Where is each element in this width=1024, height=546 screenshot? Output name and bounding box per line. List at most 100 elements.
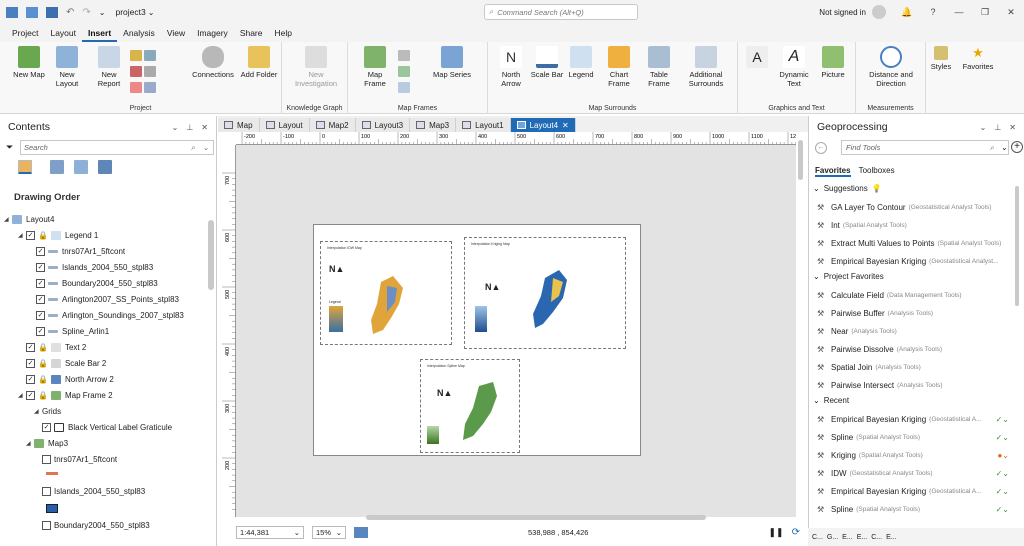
tab-map3[interactable]: Map3 xyxy=(410,118,457,132)
lock-icon[interactable]: 🔒 xyxy=(38,231,48,240)
tab-map2[interactable]: Map2 xyxy=(309,118,356,132)
tree-row[interactable]: Boundary2004_550_stpl83 xyxy=(42,518,150,532)
list-by-selection-icon[interactable] xyxy=(74,160,88,174)
tab-layout4[interactable]: Layout4 ✕ xyxy=(510,118,576,132)
visibility-checkbox[interactable]: ✓ xyxy=(26,230,35,240)
tool-item[interactable]: ⚒ Pairwise Buffer (Analysis Tools) xyxy=(817,306,1013,320)
dock-tab[interactable]: E... xyxy=(842,534,853,541)
tree-row[interactable]: ✓ Arlington_Soundings_2007_stpl83 xyxy=(36,308,184,322)
tab-layout[interactable]: Layout xyxy=(259,118,310,132)
north-arrow-button[interactable]: N North Arrow xyxy=(492,46,530,88)
customize-icon[interactable]: ⌄ xyxy=(99,8,106,17)
chevron-down-icon[interactable]: ⌄ xyxy=(1001,143,1008,152)
visibility-checkbox[interactable]: ✓ xyxy=(36,294,45,304)
favorites-button[interactable]: ★ Favorites xyxy=(958,46,998,72)
map-frame-kriging[interactable]: Interpolation Kriging Map N▲ xyxy=(464,237,626,349)
signin-status[interactable]: Not signed in xyxy=(819,8,866,17)
project-favorites-section[interactable]: ⌄ Project Favorites xyxy=(813,272,884,281)
view-options-icon[interactable] xyxy=(354,526,368,538)
undo-icon[interactable]: ↶ xyxy=(66,7,74,18)
restore-button[interactable]: ❐ xyxy=(972,7,998,18)
visibility-checkbox[interactable]: ✓ xyxy=(36,278,45,288)
tab-project[interactable]: Project xyxy=(6,24,44,42)
visibility-checkbox[interactable] xyxy=(42,520,51,530)
dock-tab[interactable]: G... xyxy=(827,534,838,541)
tree-row[interactable]: ✓ 🔒 Scale Bar 2 xyxy=(26,356,106,370)
find-tools-input[interactable]: Find Tools ⌕ xyxy=(841,140,1009,155)
list-by-source-icon[interactable] xyxy=(50,160,64,174)
dock-tab[interactable]: E... xyxy=(886,534,897,541)
redo-icon[interactable]: ↷ xyxy=(82,7,90,18)
scale-selector[interactable]: 1:44,381 ⌄ xyxy=(236,525,304,539)
styles-button[interactable]: Styles xyxy=(926,46,956,71)
chevron-down-icon[interactable]: ⌄ xyxy=(172,123,179,132)
save-icon[interactable] xyxy=(46,6,58,18)
suggestions-section[interactable]: ⌄ Suggestions 💡 xyxy=(813,184,882,193)
close-icon[interactable]: ✕ xyxy=(1009,123,1016,132)
new-report-button[interactable]: New Report xyxy=(90,46,128,88)
tool-item[interactable]: ⚒ Empirical Bayesian Kriging (Geostatistic… xyxy=(817,412,1013,426)
visibility-checkbox[interactable]: ✓ xyxy=(26,358,35,368)
command-search[interactable]: ⌕ Command Search (Alt+Q) xyxy=(484,4,638,20)
tree-row[interactable]: ◢ ✓ 🔒 Legend 1 xyxy=(18,228,98,242)
tab-layout1[interactable]: Layout1 xyxy=(456,118,511,132)
chevron-down-icon[interactable]: ⌄ xyxy=(980,123,987,132)
lock-icon[interactable]: 🔒 xyxy=(38,343,48,352)
collapse-icon[interactable]: ◢ xyxy=(34,408,42,415)
collapse-icon[interactable]: ◢ xyxy=(26,440,34,447)
open-project-icon[interactable] xyxy=(26,6,38,18)
tree-row[interactable]: ✓ tnrs07Ar1_5ftcont xyxy=(36,244,125,258)
tab-analysis[interactable]: Analysis xyxy=(117,24,161,42)
map-series-button[interactable]: Map Series xyxy=(428,46,476,79)
lock-icon[interactable]: 🔒 xyxy=(38,359,48,368)
collapse-icon[interactable]: ◢ xyxy=(18,392,26,399)
tab-help[interactable]: Help xyxy=(269,24,298,42)
tool-item[interactable]: ⚒ Empirical Bayesian Kriging (Geostatistic… xyxy=(817,484,1013,498)
visibility-checkbox[interactable] xyxy=(42,486,51,496)
small-buttons-2[interactable] xyxy=(130,66,156,77)
visibility-checkbox[interactable]: ✓ xyxy=(36,262,45,272)
pin-icon[interactable]: ⊥ xyxy=(994,123,1001,132)
visibility-checkbox[interactable]: ✓ xyxy=(36,326,45,336)
tool-item[interactable]: ⚒ Spline (Spatial Analyst Tools) ✓⌄ xyxy=(817,502,1013,516)
tab-insert[interactable]: Insert xyxy=(82,24,118,42)
dock-tab[interactable]: C... xyxy=(871,534,882,541)
user-avatar-icon[interactable] xyxy=(872,5,886,19)
locator-button[interactable] xyxy=(398,82,410,93)
distance-direction-button[interactable]: Distance and Direction xyxy=(862,46,920,88)
tree-row[interactable]: ✓ Boundary2004_550_stpl83 xyxy=(36,276,158,290)
tool-item[interactable]: ⚒ Kriging (Spatial Analyst Tools) ●⌄ xyxy=(817,448,1013,462)
tool-item[interactable]: ⚒ Pairwise Intersect (Analysis Tools) xyxy=(817,378,1013,392)
tree-row[interactable]: ◢ Map3 xyxy=(26,436,68,450)
grid-button[interactable] xyxy=(398,50,410,61)
new-project-icon[interactable] xyxy=(6,6,18,18)
tree-row[interactable]: ✓ Spline_Arlin1 xyxy=(36,324,109,338)
table-frame-button[interactable]: Table Frame xyxy=(640,46,678,88)
project-name[interactable]: project3 xyxy=(115,7,145,17)
lock-icon[interactable]: 🔒 xyxy=(38,375,48,384)
additional-surrounds-button[interactable]: Additional Surrounds xyxy=(680,46,732,88)
contents-scrollbar[interactable] xyxy=(208,220,214,290)
tree-row[interactable]: ✓ Arlington2007_SS_Points_stpl83 xyxy=(36,292,179,306)
tool-item[interactable]: ⚒ Empirical Bayesian Kriging (Geostatistic… xyxy=(817,254,1013,268)
small-buttons-3[interactable] xyxy=(130,82,156,93)
tree-row[interactable]: ✓ 🔒 North Arrow 2 xyxy=(26,372,114,386)
legend-button[interactable]: Legend xyxy=(562,46,600,79)
picture-button[interactable]: Picture xyxy=(814,46,852,79)
tool-item[interactable]: ⚒ Spline (Spatial Analyst Tools) ✓⌄ xyxy=(817,430,1013,444)
tool-item[interactable]: ⚒ Spatial Join (Analysis Tools) xyxy=(817,360,1013,374)
tool-item[interactable]: ⚒ IDW (Geostatistical Analyst Tools) ✓⌄ xyxy=(817,466,1013,480)
add-folder-button[interactable]: Add Folder xyxy=(240,46,278,79)
geoprocessing-scrollbar[interactable] xyxy=(1015,186,1019,306)
tab-share[interactable]: Share xyxy=(234,24,269,42)
dock-tab[interactable]: C... xyxy=(812,534,823,541)
drawing-order-icon[interactable] xyxy=(18,160,32,174)
list-by-editing-icon[interactable] xyxy=(98,160,112,174)
tree-row[interactable]: Islands_2004_550_stpl83 xyxy=(42,484,145,498)
contents-search-input[interactable]: Search ⌕ ⌄ xyxy=(20,140,214,155)
visibility-checkbox[interactable]: ✓ xyxy=(36,310,45,320)
pause-icon[interactable]: ❚❚ xyxy=(769,527,784,538)
minimize-button[interactable]: — xyxy=(946,7,972,17)
project-chevron-icon[interactable]: ⌄ xyxy=(148,8,155,17)
visibility-checkbox[interactable] xyxy=(42,454,51,464)
